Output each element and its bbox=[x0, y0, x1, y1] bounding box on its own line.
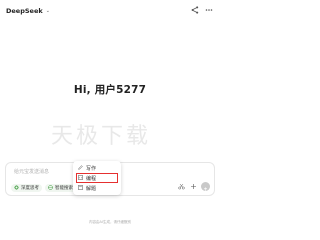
more-icon[interactable] bbox=[205, 6, 213, 14]
deep-think-label: 深度思考 bbox=[21, 186, 39, 191]
ai-disclaimer: 内容由AI生成，请仔细甄别 bbox=[89, 220, 131, 224]
share-icon[interactable] bbox=[191, 6, 199, 14]
add-icon[interactable] bbox=[189, 183, 197, 191]
calculator-icon bbox=[78, 184, 83, 192]
scissors-icon[interactable] bbox=[177, 183, 185, 191]
app-title: DeepSeek bbox=[6, 7, 43, 15]
app-header: DeepSeek ⌄ bbox=[6, 5, 50, 17]
menu-item-coding[interactable]: 编程 bbox=[76, 173, 118, 183]
globe-icon bbox=[48, 184, 53, 192]
top-actions bbox=[191, 6, 213, 14]
message-input[interactable]: 给元宝发送消息 bbox=[14, 168, 49, 175]
menu-item-label: 解题 bbox=[86, 185, 97, 192]
watermark: 天极下载 bbox=[51, 124, 152, 149]
code-icon bbox=[78, 174, 83, 182]
atom-icon bbox=[14, 184, 19, 192]
menu-item-writing[interactable]: 写作 bbox=[73, 163, 121, 173]
menu-item-label: 写作 bbox=[86, 165, 97, 172]
greeting-title: Hi, 用户5277 bbox=[73, 84, 147, 96]
pencil-icon bbox=[78, 164, 83, 172]
menu-item-problem-solving[interactable]: 解题 bbox=[73, 183, 121, 193]
send-button[interactable] bbox=[201, 182, 210, 192]
deep-think-toggle[interactable]: 深度思考 bbox=[11, 184, 42, 192]
tools-menu: 写作 编程 解题 bbox=[73, 161, 121, 195]
input-right-tools bbox=[177, 182, 210, 192]
web-search-label: 智能搜索 bbox=[55, 186, 73, 191]
chevron-down-icon[interactable]: ⌄ bbox=[46, 8, 50, 14]
arrow-up-icon bbox=[203, 177, 208, 196]
menu-item-label: 编程 bbox=[86, 175, 97, 182]
